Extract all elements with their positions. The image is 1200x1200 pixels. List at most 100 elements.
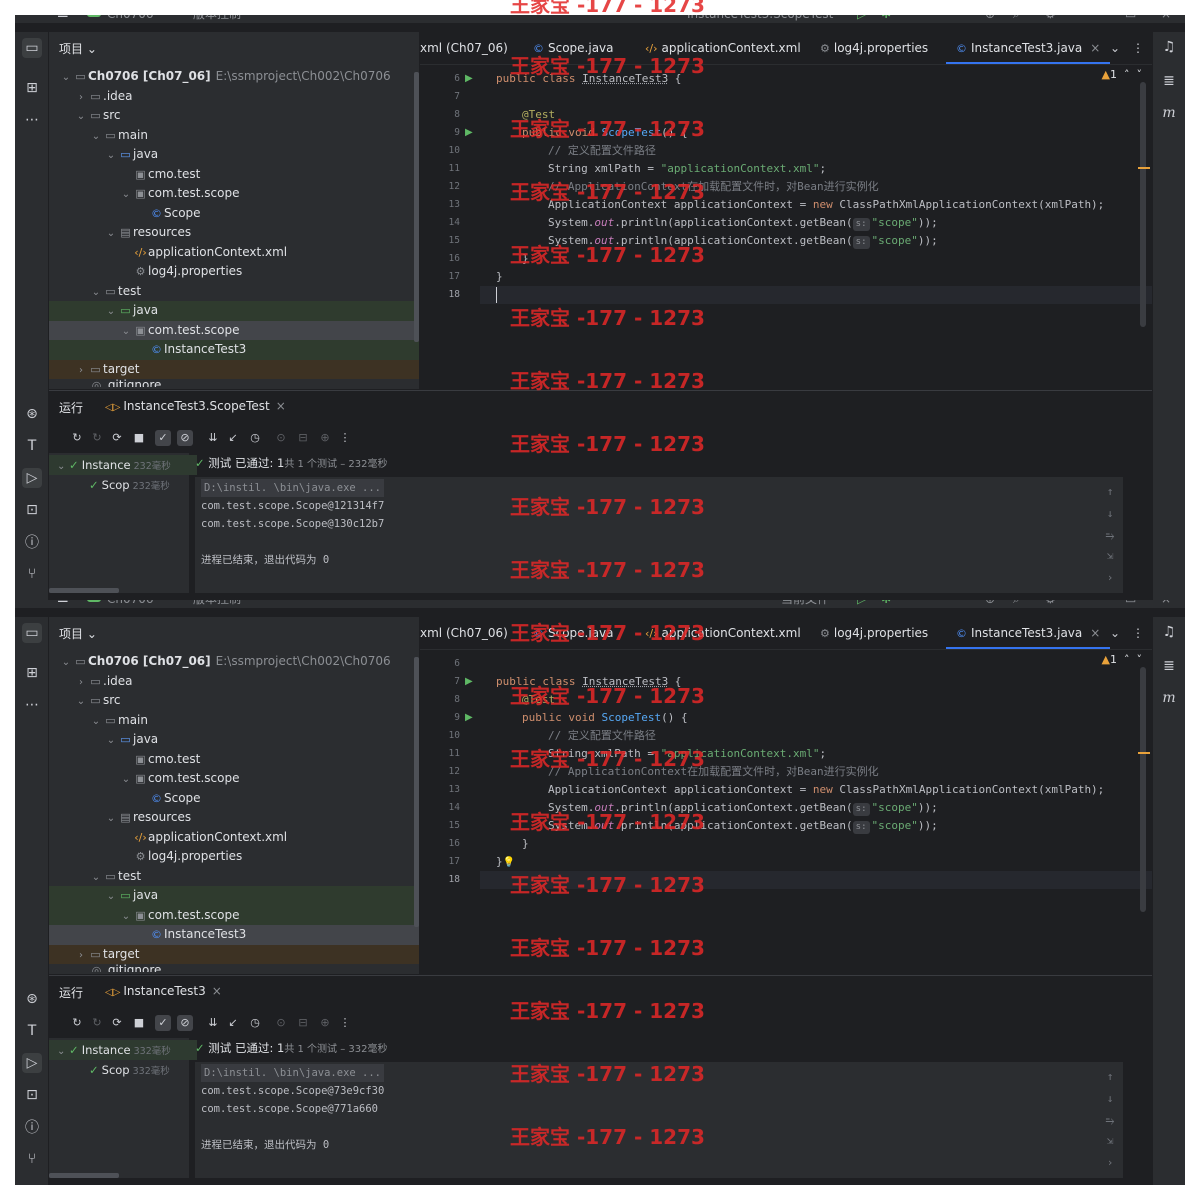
toggle-auto-test-icon[interactable]: ⟳ bbox=[109, 1015, 125, 1031]
tabs-dropdown-icon[interactable]: ⌄ bbox=[1110, 32, 1120, 64]
warning-stripe-mark[interactable] bbox=[1138, 752, 1150, 754]
console-command[interactable]: D:\instil. \bin\java.exe ... bbox=[201, 479, 385, 497]
structure-icon[interactable]: ⊞ bbox=[22, 663, 42, 683]
services-icon[interactable]: ⊛ bbox=[22, 989, 42, 1009]
run-tool-icon[interactable]: ▷ bbox=[22, 468, 42, 488]
tree-node-instancetest3[interactable]: © InstanceTest3 bbox=[49, 925, 419, 945]
sort-alphabetically-icon[interactable]: ⇊ bbox=[205, 1015, 221, 1031]
screenshot-icon[interactable]: ⊙ bbox=[273, 1015, 289, 1031]
tree-node-gitignore[interactable]: ◎ .gitignore bbox=[49, 964, 419, 972]
test-node-class[interactable]: ⌄ ✓ Instance 232毫秒 bbox=[49, 455, 197, 475]
problems-icon[interactable]: ⓘ bbox=[22, 532, 42, 552]
test-node-class[interactable]: ⌄ ✓ Instance 332毫秒 bbox=[49, 1040, 197, 1060]
scroll-up-icon[interactable]: ↑ bbox=[1103, 485, 1117, 498]
chevron-right-icon[interactable]: › bbox=[74, 946, 88, 966]
tree-node-test[interactable]: ⌄ ▭ test bbox=[49, 282, 419, 302]
scroll-to-end-icon[interactable]: ⇲ bbox=[1103, 549, 1117, 562]
database-icon[interactable]: ≣ bbox=[1160, 657, 1178, 675]
run-icon[interactable]: ▷ bbox=[857, 600, 866, 606]
code-line[interactable]: String xmlPath = "applicationContext.xml… bbox=[548, 160, 826, 178]
soft-wrap-icon[interactable]: ⥱ bbox=[1103, 529, 1117, 543]
show-passed-icon[interactable]: ✓ bbox=[155, 430, 171, 446]
import-icon[interactable]: ⊕ bbox=[317, 430, 333, 446]
tree-node-src[interactable]: ⌄ ▭ src bbox=[49, 106, 419, 126]
more-tools-icon[interactable]: ⋯ bbox=[22, 695, 42, 715]
close-run-tab-icon[interactable]: × bbox=[212, 984, 222, 998]
structure-icon[interactable]: ⊞ bbox=[22, 78, 42, 98]
history-icon[interactable]: ◷ bbox=[247, 1015, 263, 1031]
code-line[interactable]: } bbox=[522, 835, 529, 853]
run-tool-icon[interactable]: ▷ bbox=[22, 1053, 42, 1073]
screenshot-icon[interactable]: ⊙ bbox=[273, 430, 289, 446]
tree-node-root[interactable]: ⌄ ▭ Ch0706 [Ch07_06] E:\ssmproject\Ch002\Ch… bbox=[49, 67, 419, 87]
export-icon[interactable]: ⊟ bbox=[295, 430, 311, 446]
project-header[interactable]: 项目 ⌄ bbox=[59, 625, 97, 642]
project-switcher[interactable]: Ch0706 bbox=[107, 600, 154, 606]
project-folder-icon[interactable]: ▭ bbox=[22, 38, 42, 58]
chevron-down-icon[interactable]: ⌄ bbox=[119, 322, 133, 342]
tree-node-cmo-test[interactable]: ▣ cmo.test bbox=[49, 750, 419, 770]
search-icon[interactable]: ⌕ bbox=[1013, 15, 1020, 21]
history-icon[interactable]: ◷ bbox=[247, 430, 263, 446]
chevron-down-icon[interactable]: ⌄ bbox=[104, 224, 118, 244]
chevron-down-icon[interactable]: ⌄ bbox=[89, 712, 103, 732]
warning-stripe-mark[interactable] bbox=[1138, 167, 1150, 169]
tree-node-main-java[interactable]: ⌄ ▭ java bbox=[49, 145, 419, 165]
tab-pom-xml[interactable]: xml (Ch07_06) bbox=[420, 617, 508, 649]
maven-icon[interactable]: m bbox=[1160, 104, 1178, 122]
debug-icon[interactable]: ✲ bbox=[881, 15, 891, 21]
console-command[interactable]: D:\instil. \bin\java.exe ... bbox=[201, 1064, 385, 1082]
project-scrollbar[interactable] bbox=[414, 657, 419, 927]
tree-node-resources[interactable]: ⌄ ▤ resources bbox=[49, 223, 419, 243]
tree-node-main[interactable]: ⌄ ▭ main bbox=[49, 711, 419, 731]
code-line[interactable]: // 定义配置文件路径 bbox=[548, 727, 656, 745]
editor-scrollbar[interactable] bbox=[1140, 667, 1146, 912]
project-scrollbar[interactable] bbox=[414, 72, 419, 342]
git-icon[interactable]: ⑂ bbox=[22, 1149, 42, 1169]
gutter-run-icon[interactable]: ▶ bbox=[465, 713, 475, 723]
terminal-icon[interactable]: ⊡ bbox=[22, 500, 42, 520]
scroll-up-icon[interactable]: ↑ bbox=[1103, 1070, 1117, 1083]
database-icon[interactable]: ≣ bbox=[1160, 72, 1178, 90]
add-user-icon[interactable]: ⊕ bbox=[985, 600, 995, 606]
project-folder-icon[interactable]: ▭ bbox=[22, 623, 42, 643]
more-tools-icon[interactable]: ⋯ bbox=[22, 110, 42, 130]
tree-node-log4j[interactable]: ⚙ log4j.properties bbox=[49, 262, 419, 282]
scroll-down-icon[interactable]: ↓ bbox=[1103, 507, 1117, 520]
tree-node-appcontext-xml[interactable]: ‹/›applicationContext.xml bbox=[49, 828, 419, 848]
chevron-down-icon[interactable]: ⌄ bbox=[119, 185, 133, 205]
tree-node-com-test-scope[interactable]: ⌄ ▣ com.test.scope bbox=[49, 184, 419, 204]
code-line[interactable]: ApplicationContext applicationContext = … bbox=[548, 781, 1104, 799]
tree-node-instancetest3[interactable]: © InstanceTest3 bbox=[49, 340, 419, 360]
console-more-icon[interactable]: › bbox=[1103, 571, 1117, 584]
notifications-icon[interactable]: ♫ bbox=[1160, 38, 1178, 56]
tab-pom-xml[interactable]: xml (Ch07_06) bbox=[420, 32, 508, 64]
code-area[interactable]: public class InstanceTest3 {@Test public … bbox=[480, 66, 1152, 389]
tree-node-resources[interactable]: ⌄ ▤ resources bbox=[49, 808, 419, 828]
close-window-icon[interactable]: × bbox=[1161, 600, 1171, 606]
lightbulb-icon[interactable]: 💡 bbox=[503, 857, 515, 868]
build-hammer-icon[interactable]: T bbox=[22, 436, 42, 456]
scroll-down-icon[interactable]: ↓ bbox=[1103, 1092, 1117, 1105]
terminal-icon[interactable]: ⊡ bbox=[22, 1085, 42, 1105]
chevron-right-icon[interactable]: › bbox=[74, 88, 88, 108]
tab-instancetest3-java[interactable]: © InstanceTest3.java × bbox=[946, 32, 1111, 64]
close-window-icon[interactable]: × bbox=[1161, 15, 1171, 21]
main-menu-icon[interactable]: ☰ bbox=[57, 600, 69, 606]
tree-node-main-java[interactable]: ⌄ ▭ java bbox=[49, 730, 419, 750]
chevron-right-icon[interactable]: › bbox=[74, 673, 88, 693]
soft-wrap-icon[interactable]: ⥱ bbox=[1103, 1114, 1117, 1128]
debug-icon[interactable]: ✲ bbox=[881, 600, 891, 606]
test-tree-scrollbar[interactable] bbox=[49, 588, 119, 593]
rerun-icon[interactable]: ↻ bbox=[69, 1015, 85, 1031]
tabs-more-icon[interactable]: ⋮ bbox=[1132, 617, 1144, 649]
code-line[interactable]: System.out.println(applicationContext.ge… bbox=[548, 214, 938, 232]
sort-by-duration-icon[interactable]: ↙ bbox=[225, 1015, 241, 1031]
tree-node-gitignore[interactable]: ◎ .gitignore bbox=[49, 379, 419, 387]
chevron-down-icon[interactable]: ⌄ bbox=[89, 868, 103, 888]
gutter-run-icon[interactable]: ▶ bbox=[465, 128, 475, 138]
chevron-down-icon[interactable]: ⌄ bbox=[59, 653, 73, 673]
stop-icon[interactable]: ■ bbox=[131, 1015, 147, 1031]
chevron-down-icon[interactable]: ⌄ bbox=[57, 1046, 65, 1057]
chevron-down-icon[interactable]: ⌄ bbox=[59, 68, 73, 88]
